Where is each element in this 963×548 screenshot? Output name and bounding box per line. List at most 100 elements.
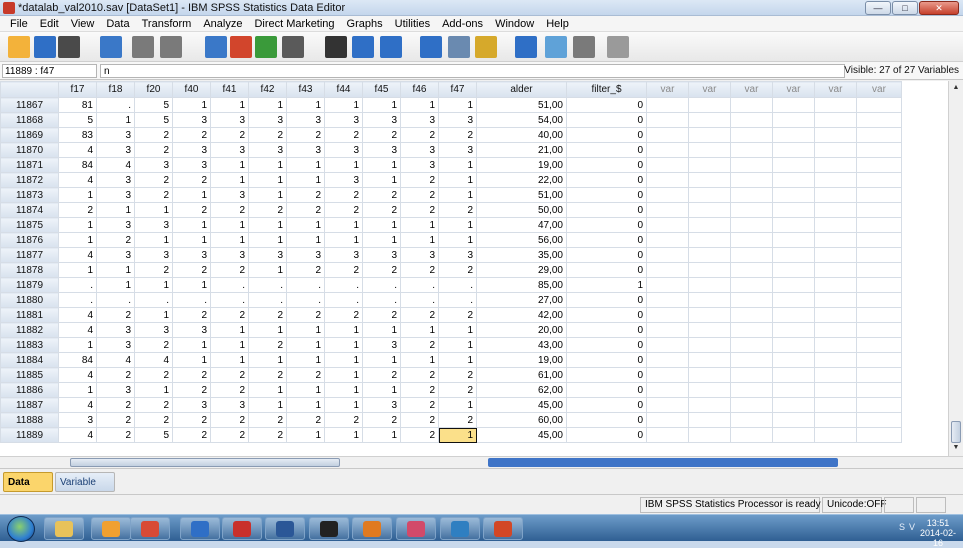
row-header[interactable]: 11871	[0, 157, 59, 173]
table-cell[interactable]: 2	[248, 367, 287, 383]
table-cell[interactable]: 3	[134, 322, 173, 338]
table-cell[interactable]: 5	[134, 112, 173, 128]
table-cell[interactable]: 3	[438, 112, 477, 128]
table-cell[interactable]: 1	[324, 337, 363, 353]
table-cell[interactable]: 2	[58, 202, 97, 218]
table-cell[interactable]: 2	[438, 382, 477, 398]
table-cell[interactable]: 5	[58, 112, 97, 128]
table-cell[interactable]: .	[248, 292, 287, 308]
menu-window[interactable]: Window	[489, 18, 540, 30]
table-cell[interactable]: 2	[438, 412, 477, 428]
column-header-f42[interactable]: f42	[248, 81, 287, 98]
table-cell[interactable]: 1	[134, 277, 173, 293]
table-cell[interactable]: 2	[286, 412, 325, 428]
table-cell[interactable]: 1	[324, 97, 363, 113]
table-cell[interactable]: 1	[400, 352, 439, 368]
table-cell[interactable]: 4	[58, 307, 97, 323]
table-cell[interactable]	[730, 367, 773, 383]
spell-check-icon[interactable]	[607, 36, 629, 58]
table-cell[interactable]: 2	[438, 202, 477, 218]
table-cell[interactable]: 0	[566, 337, 647, 353]
row-header[interactable]: 11876	[0, 232, 59, 248]
table-cell[interactable]	[814, 307, 857, 323]
table-cell[interactable]: 3	[172, 157, 211, 173]
table-cell[interactable]: 2	[400, 127, 439, 143]
table-cell[interactable]: 27,00	[476, 292, 567, 308]
table-cell[interactable]: 3	[400, 112, 439, 128]
table-cell[interactable]	[856, 367, 902, 383]
table-cell[interactable]: 1	[134, 307, 173, 323]
table-cell[interactable]: 2	[400, 367, 439, 383]
column-header-f17[interactable]: f17	[58, 81, 97, 98]
table-cell[interactable]	[772, 322, 815, 338]
table-cell[interactable]: 1	[438, 217, 477, 233]
table-cell[interactable]: 4	[58, 397, 97, 413]
table-cell[interactable]: 3	[210, 112, 249, 128]
table-cell[interactable]	[646, 202, 689, 218]
table-cell[interactable]: .	[286, 292, 325, 308]
table-cell[interactable]: 2	[362, 187, 401, 203]
table-cell[interactable]	[646, 382, 689, 398]
table-cell[interactable]: 2	[248, 307, 287, 323]
table-cell[interactable]: 2	[286, 187, 325, 203]
table-cell[interactable]	[646, 112, 689, 128]
table-cell[interactable]	[772, 412, 815, 428]
column-header-var-15[interactable]: var	[730, 81, 773, 98]
table-cell[interactable]: 4	[96, 157, 135, 173]
print-icon[interactable]	[58, 36, 80, 58]
table-cell[interactable]: 4	[58, 322, 97, 338]
table-cell[interactable]	[688, 382, 731, 398]
table-cell[interactable]: 0	[566, 292, 647, 308]
table-cell[interactable]: 1	[362, 427, 401, 443]
table-cell[interactable]	[772, 397, 815, 413]
table-cell[interactable]: 1	[58, 262, 97, 278]
table-cell[interactable]: 2	[134, 412, 173, 428]
weight-cases-icon[interactable]	[448, 36, 470, 58]
column-header-alder[interactable]: alder	[476, 81, 567, 98]
row-header[interactable]: 11888	[0, 412, 59, 428]
table-cell[interactable]: 1	[58, 187, 97, 203]
table-cell[interactable]: 1	[210, 232, 249, 248]
row-header[interactable]: 11885	[0, 367, 59, 383]
table-cell[interactable]: 3	[438, 247, 477, 263]
row-header[interactable]: 11879	[0, 277, 59, 293]
table-cell[interactable]: 0	[566, 412, 647, 428]
table-cell[interactable]	[772, 142, 815, 158]
table-cell[interactable]	[856, 292, 902, 308]
table-cell[interactable]: .	[134, 292, 173, 308]
table-cell[interactable]: 1	[96, 112, 135, 128]
row-header[interactable]: 11870	[0, 142, 59, 158]
table-cell[interactable]: .	[96, 292, 135, 308]
table-cell[interactable]	[772, 97, 815, 113]
table-cell[interactable]: .	[96, 97, 135, 113]
table-cell[interactable]	[646, 157, 689, 173]
table-cell[interactable]	[688, 232, 731, 248]
table-cell[interactable]	[646, 142, 689, 158]
table-cell[interactable]	[688, 337, 731, 353]
table-cell[interactable]	[688, 307, 731, 323]
table-cell[interactable]: 3	[362, 247, 401, 263]
table-cell[interactable]: 3	[362, 397, 401, 413]
table-cell[interactable]: 1	[248, 172, 287, 188]
column-header-var-16[interactable]: var	[772, 81, 815, 98]
table-cell[interactable]: 2	[210, 427, 249, 443]
menu-add-ons[interactable]: Add-ons	[436, 18, 489, 30]
table-cell[interactable]	[856, 172, 902, 188]
table-cell[interactable]: 2	[210, 382, 249, 398]
table-cell[interactable]	[688, 202, 731, 218]
selected-cell[interactable]: 1	[438, 427, 477, 443]
table-cell[interactable]	[772, 337, 815, 353]
table-cell[interactable]	[688, 322, 731, 338]
table-cell[interactable]: 1	[248, 322, 287, 338]
table-cell[interactable]	[856, 247, 902, 263]
table-cell[interactable]: 1	[134, 232, 173, 248]
table-cell[interactable]: 1	[210, 337, 249, 353]
table-cell[interactable]	[730, 217, 773, 233]
row-header[interactable]: 11877	[0, 247, 59, 263]
table-cell[interactable]: 1	[566, 277, 647, 293]
table-cell[interactable]: .	[210, 292, 249, 308]
table-cell[interactable]	[730, 232, 773, 248]
table-cell[interactable]: 1	[286, 382, 325, 398]
table-cell[interactable]: 3	[58, 412, 97, 428]
table-cell[interactable]: 2	[248, 202, 287, 218]
